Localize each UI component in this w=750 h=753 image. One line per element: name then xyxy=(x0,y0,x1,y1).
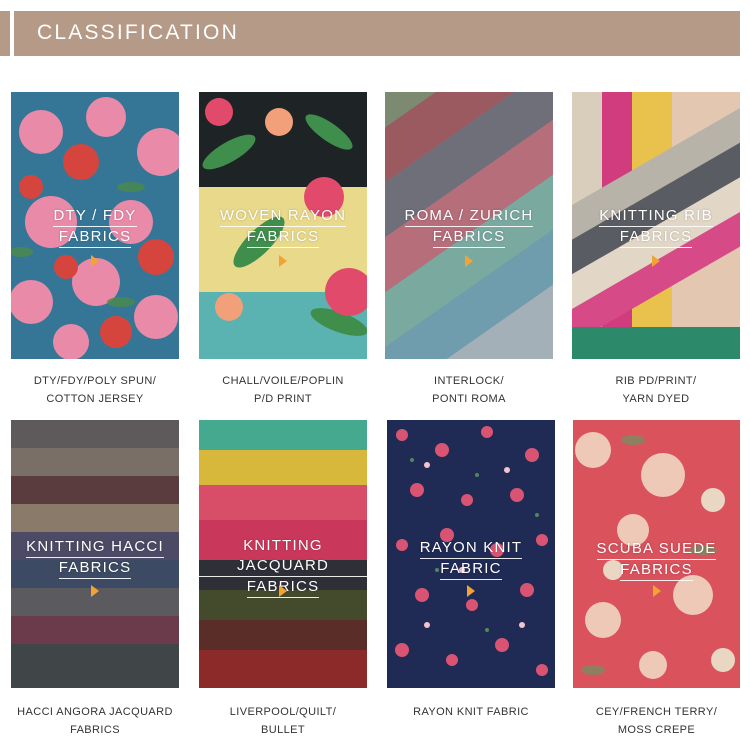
tile-knitting-rib[interactable]: KNITTING RIB FABRICS xyxy=(572,92,740,359)
tile-caption: LIVERPOOL/QUILT/BULLET xyxy=(229,706,337,736)
tile-caption: CEY/FRENCH TERRY/MOSS CREPE xyxy=(595,706,718,736)
tile-woven-rayon[interactable]: WOVEN RAYON FABRICS xyxy=(199,92,367,359)
arrow-right-icon xyxy=(91,585,99,597)
section-title: CLASSIFICATION xyxy=(37,21,239,44)
header-accent-bar xyxy=(0,11,10,56)
tile-caption: HACCI ANGORA JACQUARD FABRICS xyxy=(17,706,173,736)
tile-title: SCUBA SUEDE FABRICS xyxy=(573,539,740,581)
tile-title: RAYON KNIT FABRIC xyxy=(387,538,555,580)
tile-knitting-jacquard[interactable]: KNITTING JACQUARD FABRICS xyxy=(199,420,367,688)
tile-title: ROMA / ZURICH FABRICS xyxy=(385,206,553,248)
tile-caption: CHALL/VOILE/POPLIN P/D PRINT xyxy=(222,375,344,405)
tile-title: WOVEN RAYON FABRICS xyxy=(199,206,367,248)
tile-title: KNITTING HACCI FABRICS xyxy=(11,537,179,579)
tile-dty-fdy[interactable]: DTY / FDY FABRICS xyxy=(11,92,179,359)
tile-scuba-suede[interactable]: SCUBA SUEDE FABRICS xyxy=(573,420,740,688)
tile-title: DTY / FDY FABRICS xyxy=(11,206,179,248)
tile-caption: DTY/FDY/POLY SPUN/COTTON JERSEY xyxy=(33,375,157,405)
tile-roma-zurich[interactable]: ROMA / ZURICH FABRICS xyxy=(385,92,553,359)
arrow-right-icon xyxy=(91,255,99,267)
tile-rayon-knit[interactable]: RAYON KNIT FABRIC xyxy=(387,420,555,688)
arrow-right-icon xyxy=(652,585,661,597)
tile-caption: INTERLOCK/PONTI ROMA xyxy=(432,375,506,405)
tile-caption: RAYON KNIT FABRIC xyxy=(413,706,529,718)
tile-title: KNITTING RIB FABRICS xyxy=(572,206,740,248)
arrow-right-icon xyxy=(465,255,473,267)
header-divider xyxy=(10,11,14,56)
arrow-right-icon xyxy=(467,585,475,597)
arrow-right-icon xyxy=(652,255,660,267)
tile-knitting-hacci[interactable]: KNITTING HACCI FABRICS xyxy=(11,420,179,688)
arrow-right-icon xyxy=(279,255,287,267)
arrow-right-icon xyxy=(279,585,287,597)
tile-caption: RIB PD/PRINT/YARN DYED xyxy=(615,375,697,405)
